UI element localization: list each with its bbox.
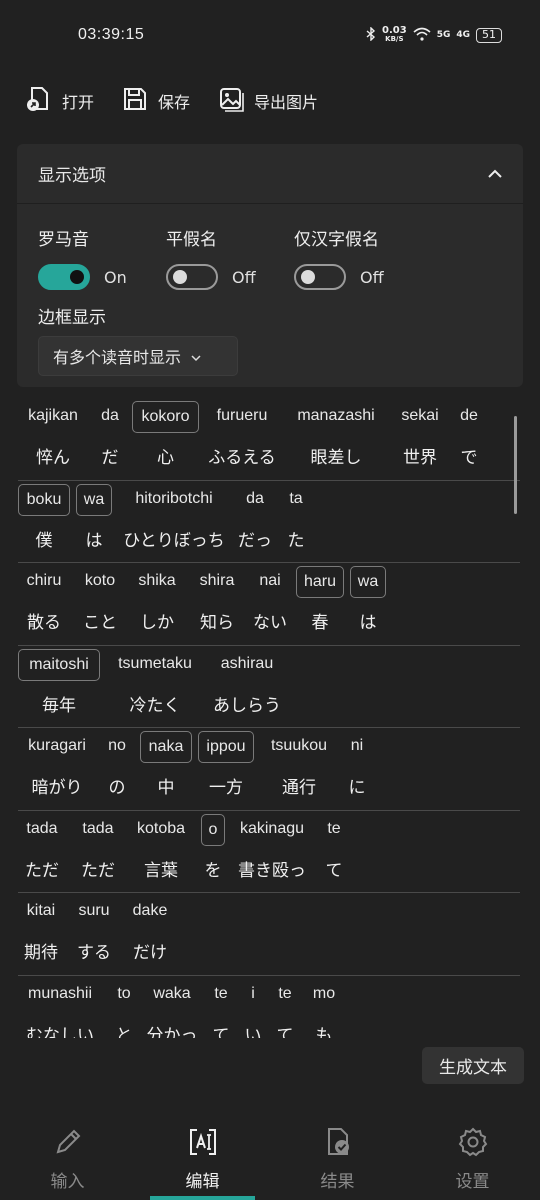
status-bar: 03:39:15 0.03 KB/S 5G 4G 51: [0, 0, 540, 70]
hiragana-toggle[interactable]: [166, 264, 218, 290]
pencil-icon: [52, 1126, 84, 1163]
network-speed: 0.03 KB/S: [382, 25, 407, 44]
lyric-line: chiru 散る koto こと shika しか shira 知ら nai ない har…: [0, 563, 540, 646]
lyric-line: maitoshi 毎年 tsumetaku 冷たく ashirau あしらう: [0, 646, 540, 728]
lyric-line: munashii むなしい to と waka 分かっ te て iい te て mo も: [26, 984, 336, 1039]
gear-icon: [457, 1126, 489, 1163]
lyric-line: kuragari 暗がり no の naka 中 ippou 一方 tsuukou 通行 …: [0, 728, 540, 811]
romaji-toggle[interactable]: [38, 264, 90, 290]
open-button[interactable]: 打开: [26, 84, 94, 118]
status-icons: 0.03 KB/S 5G 4G 51: [366, 26, 502, 44]
toggle-knob: [301, 270, 315, 284]
kanji-only-toggle[interactable]: [294, 264, 346, 290]
hiragana-label: 平假名: [166, 230, 217, 250]
nav-result-label: 结果: [320, 1172, 355, 1192]
toggle-knob: [70, 270, 84, 284]
bluetooth-icon: [366, 25, 376, 44]
romaji-switch-row: On: [38, 264, 127, 290]
kanji-only-state: Off: [360, 267, 384, 287]
document-check-icon: [322, 1126, 354, 1163]
chevron-up-icon: [488, 164, 502, 184]
toggle-knob: [173, 270, 187, 284]
display-options-title: 显示选项: [38, 166, 106, 186]
save-button[interactable]: 保存: [122, 84, 190, 118]
display-options-panel: 显示选项 罗马音 平假名 仅汉字假名 On Off Off 边框显示 有多个读音…: [17, 144, 523, 387]
lyric-line: kajikan 悴ん da だ kokoro 心 furueru ふるえる manaza…: [0, 398, 540, 481]
export-label: 导出图片: [254, 93, 319, 112]
export-image-button[interactable]: 导出图片: [218, 84, 318, 118]
bottom-navigation: 输入 编辑 结果 设置: [0, 1110, 540, 1200]
save-label: 保存: [158, 93, 191, 112]
wifi-icon: [413, 27, 431, 44]
open-file-icon: [26, 86, 52, 116]
border-display-value: 有多个读音时显示: [53, 348, 182, 367]
lyric-line: boku 僕 wa は hitoribotchi ひとりぼっち da だっ ta た: [0, 481, 540, 563]
lyrics-list: kajikan 悴ん da だ kokoro 心 furueru ふるえる manaza…: [0, 398, 540, 1038]
battery-icon: 51: [476, 27, 502, 43]
generate-text-button[interactable]: 生成文本: [422, 1047, 524, 1084]
border-display-select[interactable]: 有多个读音时显示: [38, 336, 238, 376]
romaji-label: 罗马音: [38, 230, 89, 250]
display-options-header[interactable]: 显示选项: [17, 144, 523, 204]
nav-result[interactable]: 结果: [270, 1110, 405, 1200]
lyric-line: tada ただ tada ただ kotoba 言葉 oを kakinagu 書き殴っ t…: [0, 811, 540, 893]
nav-edit[interactable]: 编辑: [135, 1110, 270, 1200]
chevron-down-icon: [191, 347, 201, 366]
nav-input-label: 输入: [50, 1172, 85, 1192]
signal-5g-icon: 5G: [436, 30, 451, 40]
signal-4g-icon: 4G: [456, 30, 470, 40]
clock: 03:39:15: [78, 26, 145, 43]
text-edit-icon: [187, 1126, 219, 1163]
active-tab-indicator: [150, 1196, 255, 1200]
nav-settings[interactable]: 设置: [405, 1110, 540, 1200]
kanji-only-label: 仅汉字假名: [294, 230, 379, 250]
lyrics-scrollbar[interactable]: [514, 416, 517, 514]
save-icon: [122, 86, 148, 116]
nav-settings-label: 设置: [455, 1172, 490, 1192]
toolbar: 打开 保存 导出图片: [26, 84, 318, 118]
image-icon: [218, 86, 244, 116]
lyric-line: kitai 期待 suru する dake だけ: [0, 893, 540, 976]
hiragana-switch-row: Off: [166, 264, 256, 290]
nav-input[interactable]: 输入: [0, 1110, 135, 1200]
hiragana-state: Off: [232, 267, 256, 287]
open-label: 打开: [62, 93, 95, 112]
kanji-switch-row: Off: [294, 264, 384, 290]
nav-edit-label: 编辑: [185, 1172, 220, 1192]
border-display-label: 边框显示: [38, 308, 106, 328]
romaji-state: On: [104, 267, 127, 287]
